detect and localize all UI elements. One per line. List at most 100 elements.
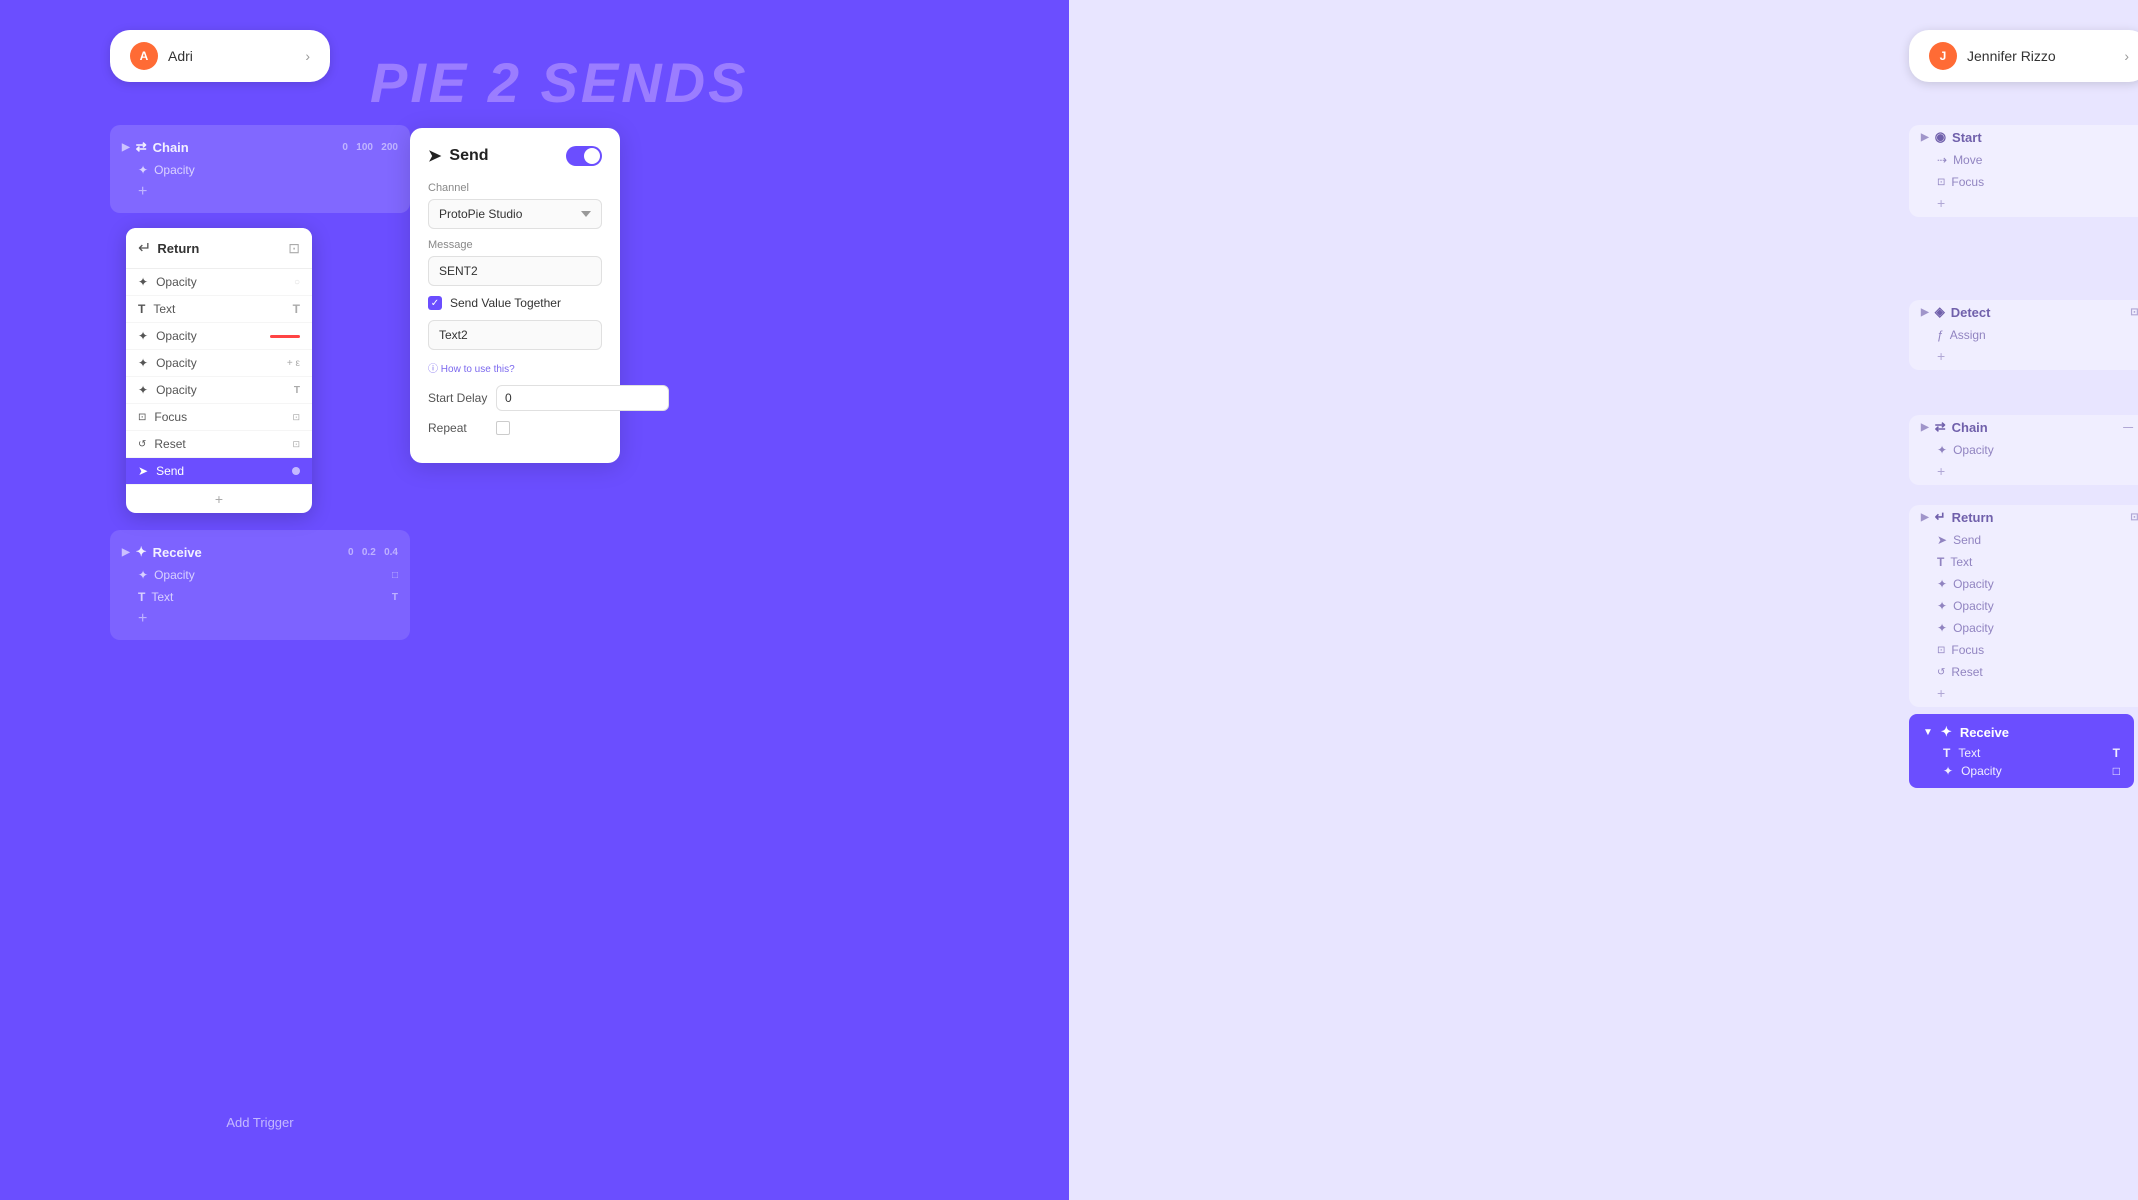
chain-opacity-row: ✦ Opacity — [110, 159, 410, 181]
hint-link[interactable]: ⓘ How to use this? — [428, 360, 602, 375]
chain-opacity-label: Opacity — [154, 163, 398, 177]
return-row-opacity4[interactable]: ✦ Opacity T — [126, 377, 312, 404]
channel-select[interactable]: ProtoPie Studio — [428, 199, 602, 229]
start-focus-row: ⊡ Focus ⊡ — [1909, 171, 2138, 193]
opacity-icon-chain-right: ✦ — [1937, 443, 1947, 457]
start-delay-input[interactable] — [496, 385, 669, 411]
text-T-badge: T — [293, 302, 300, 316]
phone-mockup-left: A Adri › — [110, 30, 330, 82]
chain-add-btn[interactable]: + — [110, 181, 410, 203]
receive-add-btn[interactable]: + — [110, 608, 410, 630]
return-reset-right: ↺ Reset ⊡ — [1909, 661, 2138, 683]
receive-panel-bottom-left: ▶ ✦ Receive 0 0.2 0.4 ✦ Opacity □ T Text… — [110, 530, 410, 640]
return-label-right: Return — [1952, 510, 1994, 525]
receive-text-row: T Text T — [110, 586, 410, 608]
return-focus-right: ⊡ Focus + — [1909, 639, 2138, 661]
add-trigger-btn[interactable]: Add Trigger — [110, 1105, 410, 1140]
return-row-opacity1[interactable]: ✦ Opacity ○ — [126, 269, 312, 296]
send-value-checkbox[interactable]: ✓ — [428, 296, 442, 310]
return-opacity2-right: ✦ Opacity Mx — [1909, 595, 2138, 617]
opacity-icon-ret3: ✦ — [1937, 621, 1947, 635]
return-label: Return — [157, 241, 282, 256]
text-icon-r: T — [138, 302, 145, 316]
right-panel: J Jennifer Rizzo › PIE 1 RECEIVES ▶ ◉ St… — [1069, 0, 2138, 1200]
send-icon-r: ➤ — [138, 464, 148, 478]
text2-input[interactable] — [428, 320, 602, 350]
focus-icon-r: ⊡ — [138, 412, 146, 423]
text-icon-return-right: T — [1937, 555, 1944, 569]
user-name-right: Jennifer Rizzo — [1967, 48, 2114, 64]
text-value-recv: T — [392, 592, 398, 603]
start-delay-row: Start Delay — [428, 385, 602, 411]
return-header: ↵ Return ⊡ — [126, 228, 312, 269]
red-bar — [270, 335, 300, 338]
return-row-send[interactable]: ➤ Send — [126, 458, 312, 485]
left-title: PIE 2 SENDS — [370, 50, 748, 115]
return-collapse-right: ▶ — [1921, 512, 1929, 523]
text-T-highlight: T — [2113, 746, 2120, 760]
text-icon-recv: T — [138, 590, 145, 604]
opacity-icon-highlight: ✦ — [1943, 764, 1953, 778]
arrow-icon-left: › — [305, 48, 310, 64]
receive-values: 0 0.2 0.4 — [348, 547, 398, 558]
opacity-label-highlight: Opacity — [1961, 764, 2002, 778]
detect-label: Detect — [1951, 305, 1991, 320]
send-value-label: Send Value Together — [450, 296, 561, 310]
chain-label: Chain — [153, 140, 189, 155]
return-row-opacity3[interactable]: ✦ Opacity + ε — [126, 350, 312, 377]
opacity-indicator-r1: ○ — [294, 277, 300, 288]
start-icon: ◉ — [1935, 129, 1946, 145]
return-row-text[interactable]: T Text T — [126, 296, 312, 323]
opacity-box-highlight: □ — [2113, 764, 2120, 778]
detect-header: ▶ ◈ Detect ⊡ 0 0.2 0.4 — [1909, 300, 2138, 324]
reset-icon-return-right: ↺ — [1937, 667, 1945, 678]
send-panel-header: ➤ Send — [428, 146, 602, 166]
opacity-icon-chain: ✦ — [138, 163, 148, 177]
return-row-opacity2[interactable]: ✦ Opacity — [126, 323, 312, 350]
return-row-focus[interactable]: ⊡ Focus ⊡ — [126, 404, 312, 431]
start-add-btn[interactable]: + — [1909, 193, 2138, 217]
chain-values: 0 100 200 — [342, 142, 398, 153]
repeat-label: Repeat — [428, 421, 488, 435]
return-icon-right: ↵ — [1935, 509, 1946, 525]
return-panel-right: ▶ ↵ Return ⊡ 0 0.5 0.8 ➤ Send T Text T ✦… — [1909, 505, 2138, 707]
return-panel-left: ↵ Return ⊡ ✦ Opacity ○ T Text T ✦ Opacit… — [126, 228, 312, 513]
avatar-left: A — [130, 42, 158, 70]
send-arrow-icon: ➤ — [428, 146, 441, 166]
chain-collapse-right: ▶ — [1921, 422, 1929, 433]
send-icon-right: ➤ — [1937, 533, 1947, 547]
start-panel-right: ▶ ◉ Start × 0.5 0.4 ⇢ Move 200 1000 ⊡ Fo… — [1909, 125, 2138, 217]
send-title-label: Send — [449, 147, 488, 165]
chain-header-right: ▶ ⇄ Chain — 0 100 200 — [1909, 415, 2138, 439]
return-close-icon[interactable]: ⊡ — [288, 240, 300, 257]
chain-icon-right: ⇄ — [1935, 419, 1946, 435]
receive-highlight-icon: ✦ — [1941, 724, 1952, 740]
chain-panel-right: ▶ ⇄ Chain — 0 100 200 ✦ Opacity 🗑 + — [1909, 415, 2138, 485]
return-add-btn-right[interactable]: + — [1909, 683, 2138, 707]
repeat-checkbox[interactable] — [496, 421, 510, 435]
receive-highlight-label: Receive — [1960, 725, 2009, 740]
reset-icon-r: ↺ — [138, 439, 146, 450]
return-opacity3-right: ✦ Opacity T — [1909, 617, 2138, 639]
message-input[interactable] — [428, 256, 602, 286]
opacity-icon-ret1: ✦ — [1937, 577, 1947, 591]
move-icon: ⇢ — [1937, 153, 1947, 167]
T-badge2: T — [294, 385, 300, 396]
channel-label: Channel — [428, 182, 602, 194]
user-name-left: Adri — [168, 48, 295, 64]
return-add-btn[interactable]: + — [126, 485, 312, 513]
return-header-right: ▶ ↵ Return ⊡ 0 0.5 0.8 — [1909, 505, 2138, 529]
return-opacity1-right: ✦ Opacity | — [1909, 573, 2138, 595]
chain-add-btn-right[interactable]: + — [1909, 461, 2138, 485]
text-label-highlight: Text — [1958, 746, 1980, 760]
start-collapse: ▶ — [1921, 132, 1929, 143]
send-toggle[interactable] — [566, 146, 602, 166]
return-row-reset[interactable]: ↺ Reset ⊡ — [126, 431, 312, 458]
start-move-row: ⇢ Move 200 1000 — [1909, 149, 2138, 171]
chain-label-right: Chain — [1952, 420, 1988, 435]
opacity-icon-ret2: ✦ — [1937, 599, 1947, 613]
start-header: ▶ ◉ Start × 0.5 0.4 — [1909, 125, 2138, 149]
return-send-right: ➤ Send — [1909, 529, 2138, 551]
detect-add-btn[interactable]: + — [1909, 346, 2138, 370]
receive-collapse-icon: ▶ — [122, 547, 130, 558]
